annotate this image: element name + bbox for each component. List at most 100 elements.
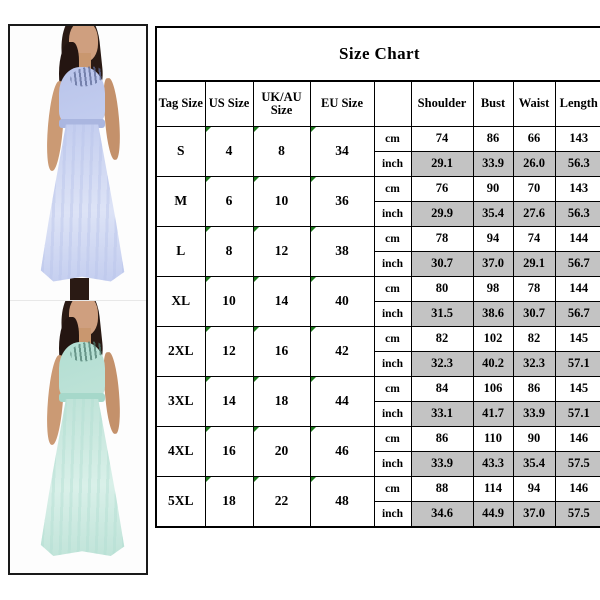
col-header-eu-size: EU Size	[309, 80, 375, 127]
cell-cm-bust: 114	[472, 476, 514, 502]
cell-corner-marker-icon	[310, 327, 316, 332]
cell-cm-length: 143	[554, 176, 600, 202]
cell-cm-bust: 110	[472, 426, 514, 452]
col-header-uk-au-size: UK/AU Size	[252, 80, 311, 127]
cell-inch-length: 57.5	[554, 501, 600, 528]
size-value-us: 18	[204, 476, 254, 528]
product-photo-panel	[8, 24, 148, 575]
cell-cm-length: 146	[554, 476, 600, 502]
cell-cm-waist: 78	[512, 276, 556, 302]
cell-cm-waist: 82	[512, 326, 556, 352]
cell-cm-waist: 86	[512, 376, 556, 402]
cell-corner-marker-icon	[310, 127, 316, 132]
chart-title-row: Size Chart	[155, 26, 600, 82]
size-value-uk-au: 20	[252, 426, 311, 477]
size-value-us: 10	[204, 276, 254, 327]
table-row: 5XL 18 22 48 cm 88 114 94 146	[155, 476, 600, 528]
table-row: 4XL 16 20 46 cm 86 110 90 146	[155, 426, 600, 477]
size-value-uk-au: 16	[252, 326, 311, 377]
cell-inch-waist: 26.0	[512, 151, 556, 177]
cell-inch-length: 57.5	[554, 451, 600, 477]
col-header-bust: Bust	[472, 80, 514, 127]
cell-inch-waist: 35.4	[512, 451, 556, 477]
cell-cm-length: 144	[554, 226, 600, 252]
table-row: 3XL 14 18 44 cm 84 106 86 145	[155, 376, 600, 427]
size-value-us: 8	[204, 226, 254, 277]
product-photo-lavender[interactable]	[10, 26, 146, 300]
unit-label-inch: inch	[373, 251, 412, 277]
cell-cm-length: 145	[554, 326, 600, 352]
model-figure	[10, 300, 146, 573]
size-value-us: 6	[204, 176, 254, 227]
cell-corner-marker-icon	[310, 227, 316, 232]
size-value-eu: 46	[309, 426, 375, 477]
col-header-unit	[373, 80, 412, 127]
cell-corner-marker-icon	[253, 327, 259, 332]
size-value-tag: 3XL	[155, 376, 206, 427]
cell-corner-marker-icon	[310, 177, 316, 182]
size-value-uk-au: 8	[252, 126, 311, 177]
size-chart-table: Size Chart Tag Size US Size UK/AU Size E…	[155, 26, 600, 528]
table-row: M 6 10 36 cm 76 90 70 143	[155, 176, 600, 227]
cell-inch-length: 56.3	[554, 201, 600, 227]
table-row: XL 10 14 40 cm 80 98 78 144	[155, 276, 600, 327]
cell-cm-length: 146	[554, 426, 600, 452]
size-value-us: 4	[204, 126, 254, 177]
cell-cm-waist: 94	[512, 476, 556, 502]
size-value-eu: 36	[309, 176, 375, 227]
cell-cm-bust: 94	[472, 226, 514, 252]
size-value-tag: 5XL	[155, 476, 206, 528]
col-header-length: Length	[554, 80, 600, 127]
cell-inch-length: 56.7	[554, 251, 600, 277]
cell-corner-marker-icon	[253, 477, 259, 482]
cell-inch-bust: 41.7	[472, 401, 514, 427]
cell-cm-bust: 98	[472, 276, 514, 302]
cell-corner-marker-icon	[205, 427, 211, 432]
cell-corner-marker-icon	[205, 477, 211, 482]
cell-inch-waist: 29.1	[512, 251, 556, 277]
cell-corner-marker-icon	[205, 377, 211, 382]
model-lower-body	[69, 277, 89, 300]
size-chart-container: Size Chart Tag Size US Size UK/AU Size E…	[155, 26, 600, 528]
cell-cm-shoulder: 86	[410, 426, 474, 452]
unit-label-inch: inch	[373, 451, 412, 477]
cell-inch-bust: 40.2	[472, 351, 514, 377]
size-value-uk-au: 10	[252, 176, 311, 227]
cell-corner-marker-icon	[310, 477, 316, 482]
cell-cm-length: 145	[554, 376, 600, 402]
cell-inch-length: 56.3	[554, 151, 600, 177]
table-row: L 8 12 38 cm 78 94 74 144	[155, 226, 600, 277]
cell-inch-bust: 38.6	[472, 301, 514, 327]
model-figure	[10, 26, 146, 300]
unit-label-cm: cm	[373, 376, 412, 402]
product-photo-mint[interactable]	[10, 299, 146, 573]
cell-inch-length: 57.1	[554, 351, 600, 377]
col-header-tag-size: Tag Size	[155, 80, 206, 127]
unit-label-cm: cm	[373, 326, 412, 352]
cell-cm-shoulder: 78	[410, 226, 474, 252]
cell-cm-shoulder: 76	[410, 176, 474, 202]
cell-inch-bust: 33.9	[472, 151, 514, 177]
size-value-uk-au: 14	[252, 276, 311, 327]
cell-inch-waist: 27.6	[512, 201, 556, 227]
cell-corner-marker-icon	[205, 327, 211, 332]
cell-corner-marker-icon	[253, 127, 259, 132]
size-value-eu: 44	[309, 376, 375, 427]
cell-cm-waist: 66	[512, 126, 556, 152]
cell-cm-shoulder: 74	[410, 126, 474, 152]
size-value-eu: 48	[309, 476, 375, 528]
cell-cm-bust: 86	[472, 126, 514, 152]
unit-label-cm: cm	[373, 476, 412, 502]
cell-inch-shoulder: 31.5	[410, 301, 474, 327]
cell-inch-shoulder: 33.1	[410, 401, 474, 427]
size-value-us: 16	[204, 426, 254, 477]
size-value-uk-au: 12	[252, 226, 311, 277]
cell-inch-shoulder: 29.1	[410, 151, 474, 177]
table-row: 2XL 12 16 42 cm 82 102 82 145	[155, 326, 600, 377]
size-value-eu: 38	[309, 226, 375, 277]
cell-cm-length: 143	[554, 126, 600, 152]
unit-label-cm: cm	[373, 226, 412, 252]
chart-header-row: Tag Size US Size UK/AU Size EU Size Shou…	[155, 80, 600, 127]
cell-inch-shoulder: 32.3	[410, 351, 474, 377]
cell-inch-shoulder: 33.9	[410, 451, 474, 477]
